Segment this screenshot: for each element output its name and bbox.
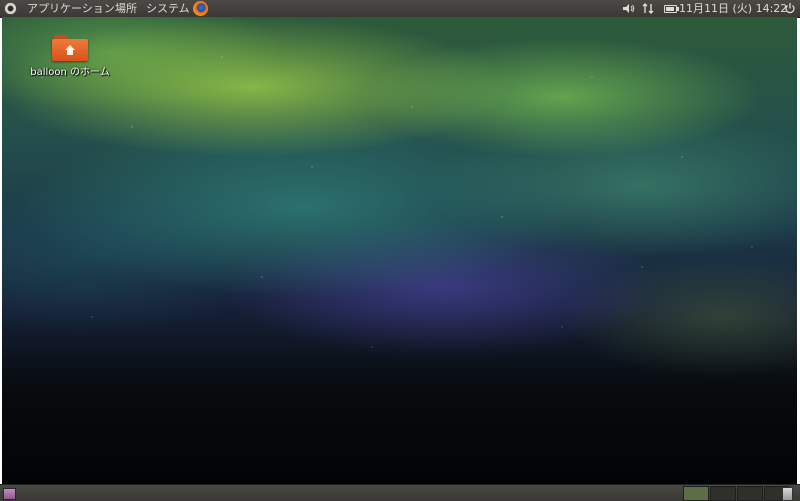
places-menu[interactable]: 場所 [115,0,137,17]
home-folder-icon [52,35,88,61]
top-panel: アプリケーション 場所 システム 11月11日 (火) 14:22 [0,0,800,18]
home-folder-label: balloon のホーム [30,67,110,78]
power-icon[interactable] [783,0,797,17]
workspace-3[interactable] [737,486,763,501]
network-arrows-icon[interactable] [641,0,655,17]
home-folder-desktop-icon[interactable]: balloon のホーム [20,35,120,78]
trash-icon[interactable] [782,487,793,501]
desktop[interactable]: balloon のホーム [2,17,797,484]
battery-icon[interactable] [664,5,679,13]
clock[interactable]: 11月11日 (火) 14:22 [679,0,787,17]
firefox-icon[interactable] [193,1,208,16]
workspace-1[interactable] [683,486,709,501]
battery-level [666,7,674,11]
applications-menu[interactable]: アプリケーション [27,0,115,17]
system-menu[interactable]: システム [146,0,190,17]
wallpaper-stars [2,17,797,484]
workspace-switcher [683,486,791,501]
bottom-panel [0,484,800,501]
screen: アプリケーション 場所 システム 11月11日 (火) 14:22 balloo… [0,0,800,501]
workspace-2[interactable] [710,486,736,501]
ubuntu-logo-icon[interactable] [4,2,17,15]
show-desktop-icon[interactable] [3,488,16,500]
speaker-icon[interactable] [621,0,635,17]
